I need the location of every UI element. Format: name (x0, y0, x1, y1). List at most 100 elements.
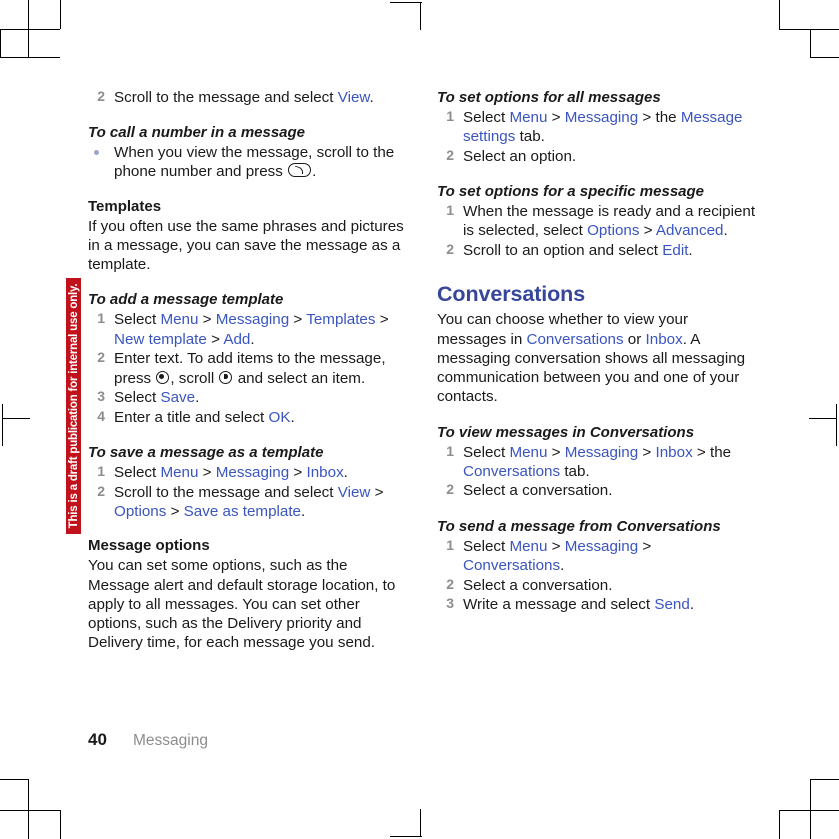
center-select-key-icon (156, 370, 170, 384)
step-text: Select (463, 537, 510, 555)
step-text: Select (114, 464, 161, 482)
list-item: When you view the message, scroll to the… (88, 143, 407, 181)
step-text: Select (463, 443, 510, 461)
ui-reference-options: Options (587, 222, 640, 240)
heading-options-specific-message: To set options for a specific message (437, 183, 705, 201)
ui-reference-ok: OK (268, 409, 291, 426)
step-number: 2 (446, 241, 454, 258)
ui-reference-menu: Menu (509, 537, 548, 555)
step-text-tail: . (688, 242, 693, 260)
step-text-tail: . (250, 330, 255, 348)
step-number: 3 (97, 388, 105, 405)
ui-reference-view: View (337, 89, 370, 106)
footer-section-label: Messaging (133, 732, 208, 749)
ui-reference-messaging: Messaging (564, 109, 639, 127)
step-text: Select a conversation. (463, 482, 613, 500)
step-number: 1 (446, 202, 454, 219)
step-text: Scroll to an option and select (463, 242, 663, 260)
step-text-tail: . (195, 389, 200, 407)
step-text-tail: . (560, 556, 565, 574)
call-number-bullet-list: When you view the message, scroll to the… (88, 143, 407, 181)
list-item: 1 Select Menu > Messaging > Inbox. (88, 463, 407, 482)
conversations-text-b: or (623, 330, 646, 348)
step-text-tail: tab. (560, 462, 590, 480)
step-number: 2 (97, 482, 105, 499)
heading-view-messages-in-conversations: To view messages in Conversations (437, 423, 695, 441)
send-conversations-step-list: 1 Select Menu > Messaging > Conversations… (437, 537, 756, 615)
step-number: 4 (97, 408, 105, 424)
step-text-tail: . (689, 596, 695, 614)
left-column: 2 Scroll to the message and select View. … (88, 88, 407, 653)
list-item: 2 Select a conversation. (437, 481, 756, 500)
step-number: 1 (97, 310, 105, 327)
list-item: 1 Select Menu > Messaging > the Message s… (437, 108, 756, 146)
step-text: Select a conversation. (463, 576, 613, 594)
list-item: 2 Select a conversation. (437, 576, 756, 595)
step-number: 3 (446, 595, 454, 612)
step-text: Enter a title and select (114, 409, 269, 426)
list-item: 3 Select Save. (88, 388, 407, 407)
heading-conversations: Conversations (437, 282, 586, 307)
ui-reference-conversations: Conversations (463, 462, 561, 480)
ui-reference-messaging: Messaging (564, 537, 639, 555)
page-footer: 40 Messaging (88, 730, 756, 750)
list-item: 4 Enter a title and select OK. (88, 408, 407, 427)
heading-message-options: Message options (88, 537, 210, 555)
step-text-c: and select an item. (233, 369, 366, 387)
ui-reference-messaging: Messaging (564, 443, 639, 461)
ui-reference-menu: Menu (509, 443, 548, 461)
list-item: 1 Select Menu > Messaging > Conversations… (437, 537, 756, 575)
templates-paragraph: If you often use the same phrases and pi… (88, 217, 404, 274)
step-number: 1 (446, 108, 454, 125)
step-number: 2 (97, 88, 105, 104)
manual-page: 2 Scroll to the message and select View. … (0, 0, 839, 839)
add-template-step-list: 1 Select Menu > Messaging > Templates > N… (88, 310, 407, 427)
ui-reference-save-as-template: Save as template (183, 503, 302, 521)
step-number: 1 (446, 536, 454, 553)
call-key-icon (288, 163, 312, 178)
heading-send-message-from-conversations: To send a message from Conversations (437, 517, 721, 535)
list-item: 2 Scroll to the message and select View >… (88, 483, 407, 521)
ui-reference-menu: Menu (160, 464, 199, 482)
ui-reference-messaging: Messaging (215, 311, 290, 329)
right-column: To set options for all messages 1 Select … (437, 88, 756, 653)
step-text: Scroll to the message and select (114, 483, 338, 501)
heading-options-all-messages: To set options for all messages (437, 89, 661, 106)
ui-reference-edit: Edit (662, 242, 689, 260)
step-number: 2 (446, 575, 454, 592)
step-number: 2 (446, 481, 454, 498)
heading-to-call-a-number: To call a number in a message (88, 124, 306, 142)
heading-templates: Templates (88, 197, 162, 215)
ui-reference-inbox: Inbox (655, 443, 693, 461)
step-text: Select (114, 311, 161, 329)
step-text-b: , scroll (170, 369, 219, 387)
all-messages-step-list: 1 Select Menu > Messaging > the Message s… (437, 108, 756, 166)
list-item: 2 Scroll to an option and select Edit. (437, 241, 756, 260)
step-number: 1 (446, 442, 454, 459)
bullet-point-icon (94, 150, 99, 156)
ui-reference-menu: Menu (160, 311, 199, 329)
list-item: 1 Select Menu > Messaging > Templates > N… (88, 310, 407, 348)
list-item: 2 Select an option. (437, 147, 756, 166)
ui-reference-add: Add (223, 330, 251, 348)
step-number: 2 (446, 146, 454, 163)
ui-reference-messaging: Messaging (215, 464, 290, 482)
ui-reference-menu: Menu (509, 109, 548, 127)
step-text-tail: . (301, 503, 306, 521)
list-item: 2 Scroll to the message and select View. (88, 88, 407, 107)
step-text-tail: . (723, 222, 728, 240)
step-text-tail: tab. (515, 128, 545, 146)
step-number: 2 (97, 349, 105, 366)
step-text-mid: > the (638, 109, 681, 127)
step-text: Select (463, 109, 510, 127)
step-text-tail: . (290, 409, 295, 426)
step-text: Select an option. (463, 147, 577, 165)
ui-reference-inbox: Inbox (645, 330, 683, 348)
ui-reference-new-template: New template (114, 330, 207, 348)
ui-reference-view: View (337, 483, 371, 501)
bullet-text: When you view the message, scroll to the… (114, 144, 395, 181)
step-number: 1 (97, 463, 105, 480)
ui-reference-conversations: Conversations (526, 330, 624, 348)
heading-save-message-as-template: To save a message as a template (88, 444, 324, 462)
ui-reference-inbox: Inbox (306, 464, 344, 482)
